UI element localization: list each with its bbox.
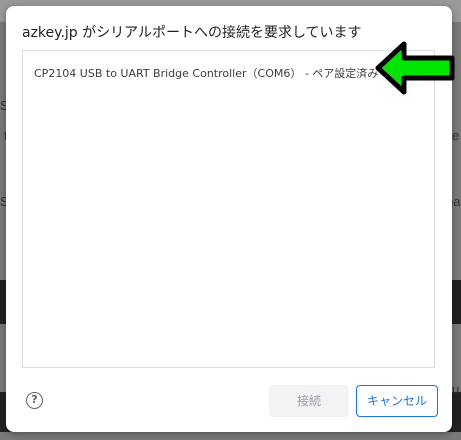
connect-button[interactable]: 接続 xyxy=(269,385,349,417)
cancel-button[interactable]: キャンセル xyxy=(356,385,438,417)
dialog-title: azkey.jp がシリアルポートへの接続を要求しています xyxy=(22,25,362,41)
help-icon[interactable]: ? xyxy=(26,392,43,409)
background-text-fragment: e xyxy=(452,128,460,143)
device-list[interactable]: CP2104 USB to UART Bridge Controller（COM… xyxy=(22,50,435,368)
background-text-fragment: u xyxy=(452,382,460,397)
arrow-annotation-icon xyxy=(375,41,455,95)
